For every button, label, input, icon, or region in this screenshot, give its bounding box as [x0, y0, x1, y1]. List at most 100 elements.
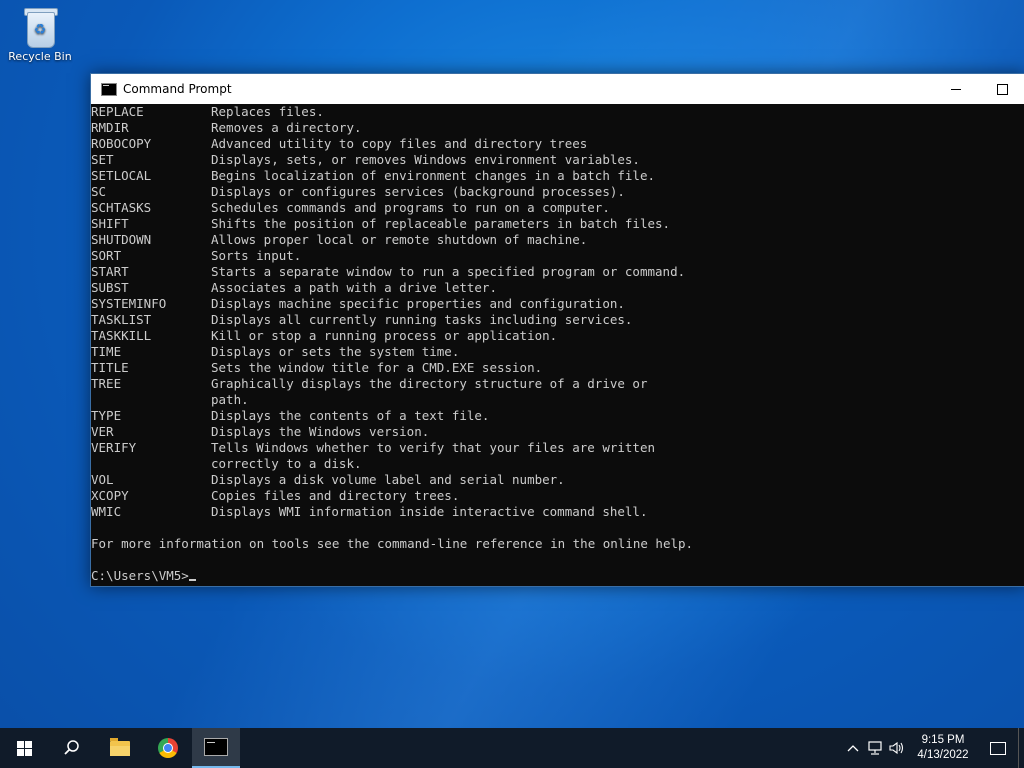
folder-icon: [110, 737, 130, 756]
console-line: TIME Displays or sets the system time.: [91, 344, 1024, 360]
desktop-icon-recycle-bin[interactable]: ♻ Recycle Bin: [4, 6, 76, 63]
command-description-continued: correctly to a disk.: [211, 456, 362, 471]
console-line: path.: [91, 392, 1024, 408]
command-name: SC: [91, 184, 107, 199]
volume-icon[interactable]: [886, 728, 908, 768]
command-name: WMIC: [91, 504, 122, 519]
command-description: Tells Windows whether to verify that you…: [211, 440, 656, 455]
command-name: SUBST: [91, 280, 129, 295]
prompt-text: C:\Users\VM5>: [91, 568, 189, 583]
console-line: correctly to a disk.: [91, 456, 1024, 472]
clock[interactable]: 9:15 PM 4/13/2022: [908, 733, 978, 763]
console-line: RMDIR Removes a directory.: [91, 120, 1024, 136]
command-description-continued: path.: [211, 392, 249, 407]
command-name: TIME: [91, 344, 122, 359]
recycle-bin-icon: ♻: [22, 6, 58, 48]
console-line: ROBOCOPY Advanced utility to copy files a…: [91, 136, 1024, 152]
command-name: RMDIR: [91, 120, 129, 135]
command-name: SET: [91, 152, 114, 167]
console-line: TITLE Sets the window title for a CMD.EXE…: [91, 360, 1024, 376]
console-line: START Starts a separate window to run a s…: [91, 264, 1024, 280]
command-prompt-line[interactable]: C:\Users\VM5>: [91, 568, 1024, 584]
console-line: REPLACE Replaces files.: [91, 104, 1024, 120]
notification-icon: [990, 741, 1006, 755]
taskbar-command-prompt[interactable]: [192, 728, 240, 768]
command-description: Displays a disk volume label and serial …: [211, 472, 565, 487]
desktop-icon-label: Recycle Bin: [8, 50, 72, 63]
command-name: TASKLIST: [91, 312, 152, 327]
command-description: Sorts input.: [211, 248, 302, 263]
search-button[interactable]: [48, 728, 96, 768]
command-name: SYSTEMINFO: [91, 296, 167, 311]
taskbar: 9:15 PM 4/13/2022: [0, 728, 1024, 768]
command-name: VER: [91, 424, 114, 439]
console-line: SET Displays, sets, or removes Windows en…: [91, 152, 1024, 168]
command-name: XCOPY: [91, 488, 129, 503]
command-description: Sets the window title for a CMD.EXE sess…: [211, 360, 543, 375]
console-line: SYSTEMINFO Displays machine specific prop…: [91, 296, 1024, 312]
console-line: VER Displays the Windows version.: [91, 424, 1024, 440]
command-description: Displays the Windows version.: [211, 424, 430, 439]
command-description: Removes a directory.: [211, 120, 362, 135]
command-description: Displays the contents of a text file.: [211, 408, 490, 423]
console-line: SORT Sorts input.: [91, 248, 1024, 264]
network-icon[interactable]: [864, 728, 886, 768]
help-footer: For more information on tools see the co…: [91, 536, 694, 551]
console-line: TREE Graphically displays the directory s…: [91, 376, 1024, 392]
command-description: Shifts the position of replaceable param…: [211, 216, 671, 231]
maximize-icon: [996, 83, 1008, 95]
chevron-up-icon[interactable]: [842, 728, 864, 768]
show-desktop-button[interactable]: [1018, 728, 1024, 768]
console-line: SC Displays or configures services (backg…: [91, 184, 1024, 200]
command-description: Displays or sets the system time.: [211, 344, 460, 359]
console-line: VOL Displays a disk volume label and seri…: [91, 472, 1024, 488]
action-center-button[interactable]: [978, 728, 1018, 768]
command-prompt-icon: [101, 82, 117, 96]
command-description: Replaces files.: [211, 104, 324, 119]
command-name: VERIFY: [91, 440, 137, 455]
command-prompt-window[interactable]: Command Prompt REPLACE Replaces files. RMD…: [90, 73, 1024, 587]
command-description: Graphically displays the directory struc…: [211, 376, 648, 391]
command-name: SCHTASKS: [91, 200, 152, 215]
start-button[interactable]: [0, 728, 48, 768]
taskbar-file-explorer[interactable]: [96, 728, 144, 768]
console-line: SETLOCAL Begins localization of environme…: [91, 168, 1024, 184]
command-description: Displays, sets, or removes Windows envir…: [211, 152, 640, 167]
command-name: ROBOCOPY: [91, 136, 152, 151]
command-name: VOL: [91, 472, 114, 487]
console-line: TASKLIST Displays all currently running t…: [91, 312, 1024, 328]
command-name: TASKKILL: [91, 328, 152, 343]
command-name: TREE: [91, 376, 122, 391]
command-name: START: [91, 264, 129, 279]
system-tray: 9:15 PM 4/13/2022: [842, 728, 1024, 768]
maximize-button[interactable]: [979, 74, 1024, 104]
command-description: Allows proper local or remote shutdown o…: [211, 232, 588, 247]
command-description: Schedules commands and programs to run o…: [211, 200, 610, 215]
command-description: Begins localization of environment chang…: [211, 168, 656, 183]
command-description: Advanced utility to copy files and direc…: [211, 136, 588, 151]
command-name: SHUTDOWN: [91, 232, 152, 247]
minimize-icon: [951, 88, 961, 90]
window-titlebar[interactable]: Command Prompt: [91, 74, 1024, 104]
console-line: SCHTASKS Schedules commands and programs …: [91, 200, 1024, 216]
command-description: Associates a path with a drive letter.: [211, 280, 497, 295]
console-line: VERIFY Tells Windows whether to verify th…: [91, 440, 1024, 456]
command-description: Displays all currently running tasks inc…: [211, 312, 633, 327]
console-line: SUBST Associates a path with a drive lett…: [91, 280, 1024, 296]
clock-date: 4/13/2022: [917, 749, 969, 761]
command-description: Copies files and directory trees.: [211, 488, 460, 503]
console-output[interactable]: REPLACE Replaces files. RMDIR Removes a dir…: [91, 104, 1024, 585]
console-line: TYPE Displays the contents of a text file…: [91, 408, 1024, 424]
command-name: TYPE: [91, 408, 122, 423]
console-line: SHUTDOWN Allows proper local or remote sh…: [91, 232, 1024, 248]
console-line: SHIFT Shifts the position of replaceable …: [91, 216, 1024, 232]
command-name: SORT: [91, 248, 122, 263]
window-title: Command Prompt: [123, 82, 232, 96]
minimize-button[interactable]: [933, 74, 979, 104]
windows-logo-icon: [16, 740, 32, 756]
taskbar-chrome[interactable]: [144, 728, 192, 768]
